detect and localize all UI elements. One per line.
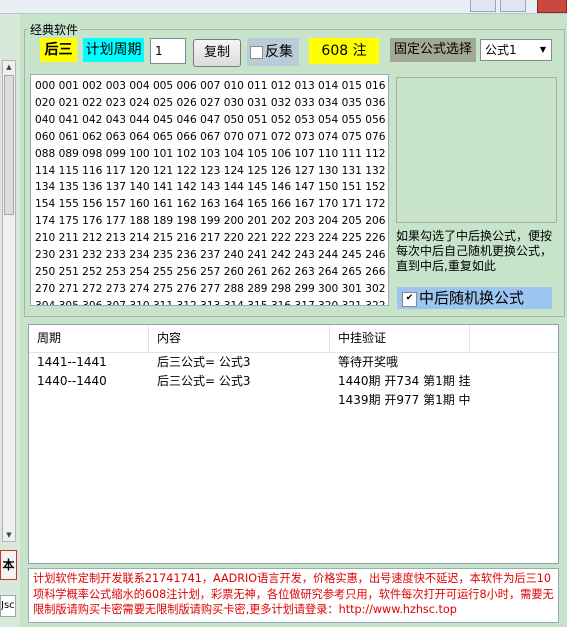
copy-button[interactable]: 复制: [193, 39, 241, 67]
switch-note: 如果勾选了中后换公式，便按每次中后自己随机更换公式，直到中后,重复如此: [396, 229, 553, 273]
left-scrollbar[interactable]: ▲ ▼: [2, 60, 16, 542]
chevron-down-icon[interactable]: ▼: [540, 40, 546, 60]
left-side-field[interactable]: Jsc: [0, 595, 16, 617]
row3-verify: 1439期 开977 第1期 中: [338, 393, 471, 407]
row1-period: 1441--1441: [37, 355, 107, 369]
row2-content: 后三公式= 公式3: [157, 374, 251, 388]
numbers-textarea[interactable]: 000 001 002 003 004 005 006 007 010 011 …: [30, 74, 389, 306]
group-title: 经典软件: [28, 21, 81, 38]
column-header-verify[interactable]: 中挂验证: [330, 325, 470, 352]
results-header: 周期 内容 中挂验证: [29, 325, 558, 353]
minimize-button[interactable]: [470, 0, 496, 12]
column-header-content[interactable]: 内容: [149, 325, 330, 352]
check-icon[interactable]: ✔: [402, 292, 417, 307]
reverse-label: 反集: [265, 44, 293, 60]
row2-verify: 1440期 开734 第1期 挂: [338, 374, 471, 388]
scroll-up-icon[interactable]: ▲: [3, 61, 15, 73]
scroll-down-icon[interactable]: ▼: [3, 529, 15, 541]
formula-select-value: 公式1: [485, 43, 517, 57]
row1-content: 后三公式= 公式3: [157, 355, 251, 369]
reverse-toggle[interactable]: 反集: [247, 38, 299, 66]
period-label: 计划周期: [83, 38, 144, 62]
row2-period: 1440--1440: [37, 374, 107, 388]
column-header-period[interactable]: 周期: [29, 325, 149, 352]
maximize-button[interactable]: [500, 0, 526, 12]
row1-verify: 等待开奖哦: [338, 355, 399, 369]
close-button[interactable]: [537, 0, 567, 13]
scrollbar-thumb[interactable]: [4, 75, 14, 215]
left-side-button[interactable]: 本: [0, 550, 17, 580]
formula-select[interactable]: 公式1 ▼: [480, 39, 552, 61]
random-switch[interactable]: ✔ 中后随机换公式: [397, 287, 552, 309]
count-label: 608 注: [309, 38, 379, 64]
random-switch-label: 中后随机换公式: [419, 289, 525, 307]
reverse-checkbox[interactable]: [250, 46, 263, 59]
preview-panel: [396, 77, 557, 223]
footer-notice: 计划软件定制开发联系21741741，AADRIO语言开发，价格实惠，出号速度快…: [28, 568, 559, 623]
results-list[interactable]: 周期 内容 中挂验证 1441--1441 后三公式= 公式3 等待开奖哦 14…: [28, 324, 559, 564]
window-top-strip: [0, 0, 567, 14]
period-input[interactable]: 1: [150, 38, 186, 64]
fixed-formula-label: 固定公式选择: [390, 38, 476, 62]
type-label: 后三: [40, 38, 77, 62]
